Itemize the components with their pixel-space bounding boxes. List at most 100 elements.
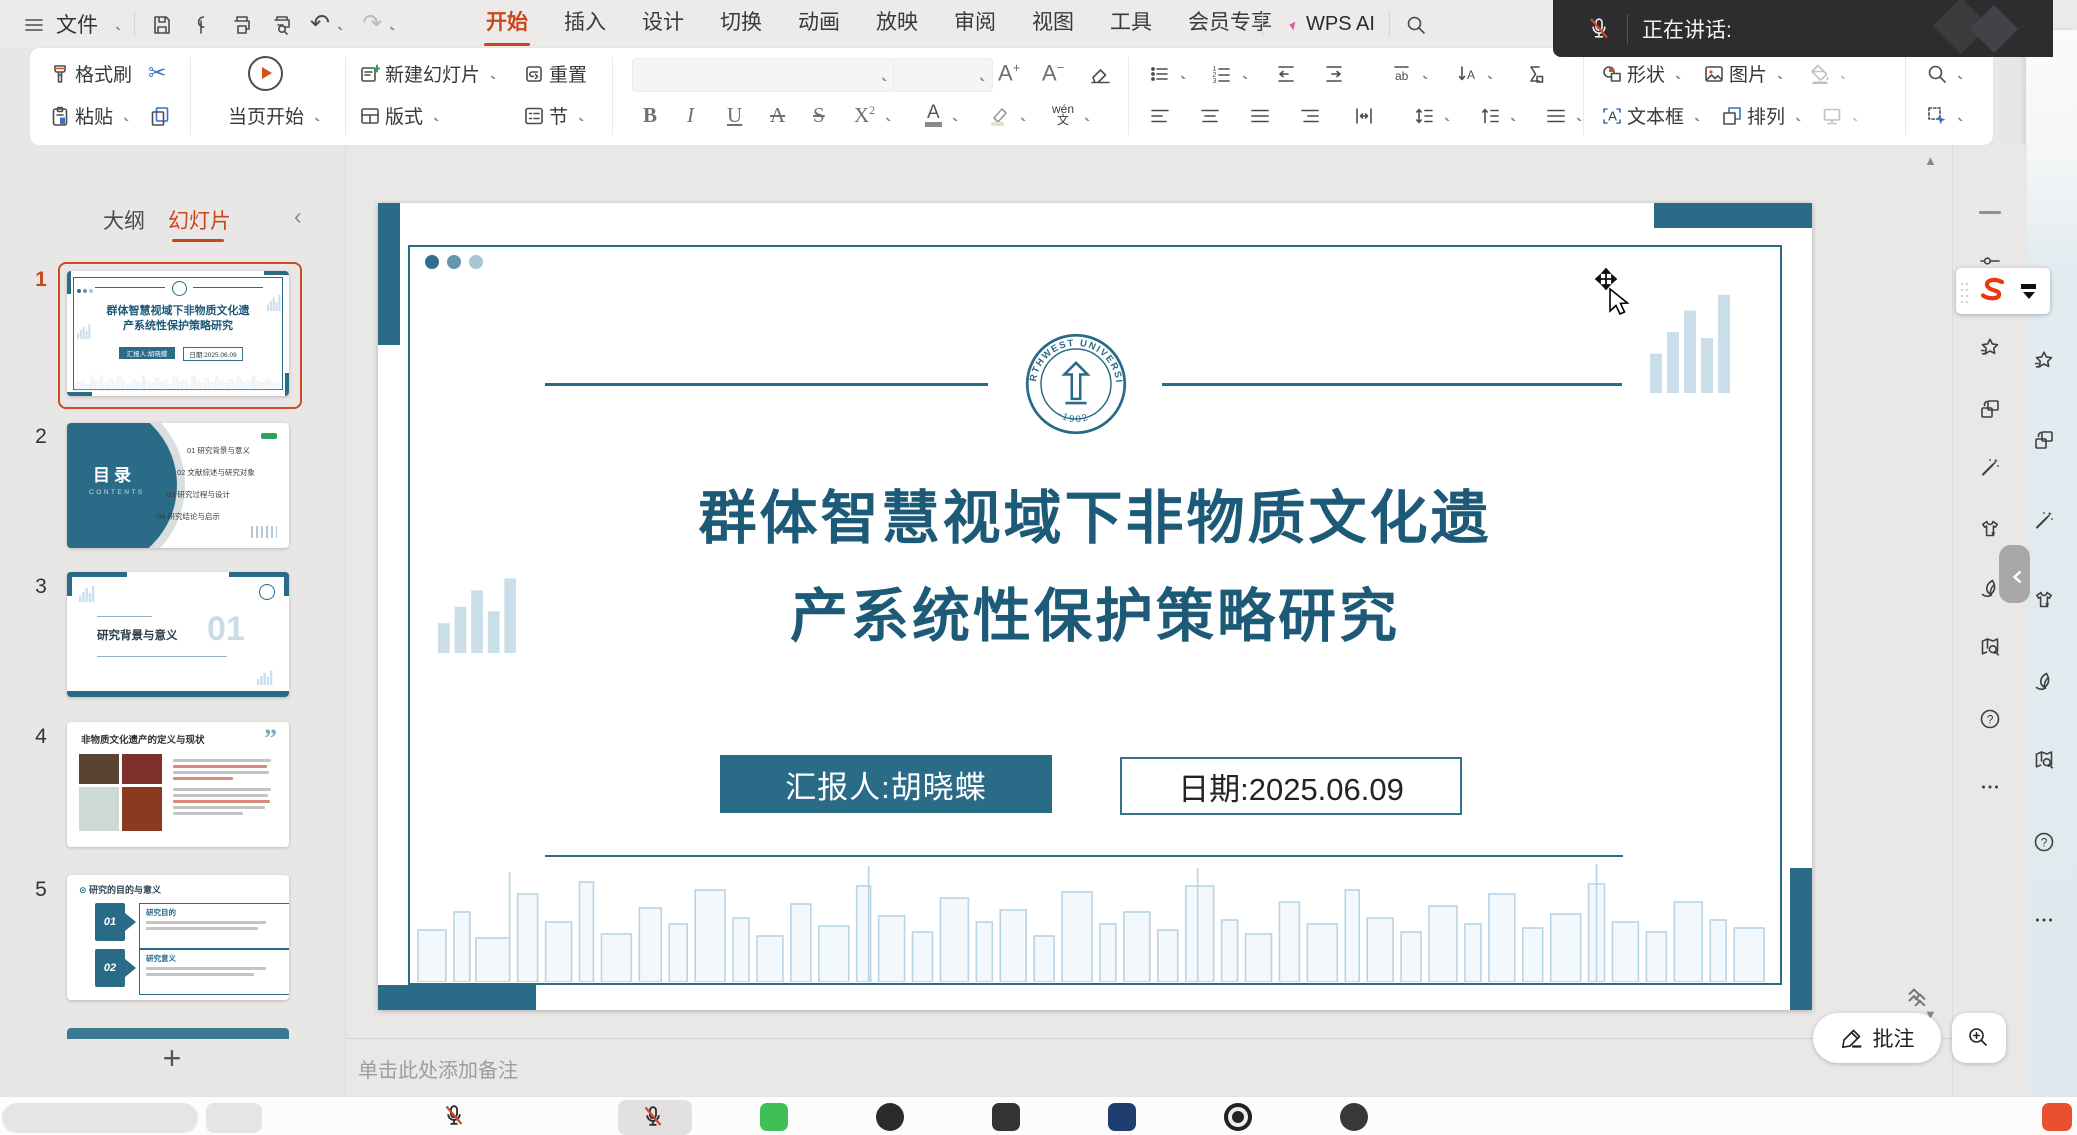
- tab-view[interactable]: 视图: [1014, 0, 1092, 48]
- slide-title-line2[interactable]: 产系统性保护策略研究: [378, 569, 1812, 653]
- wps-ai-button[interactable]: WPS AI: [1277, 13, 1375, 36]
- presenter-box[interactable]: 汇报人:胡晓蝶: [720, 755, 1052, 813]
- strikethrough-button[interactable]: S: [813, 98, 825, 132]
- tab-slideshow[interactable]: 放映: [858, 0, 936, 48]
- taskbar-app[interactable]: [1340, 1103, 1368, 1131]
- microphone-muted-icon[interactable]: [1587, 16, 1613, 42]
- tab-animation[interactable]: 动画: [780, 0, 858, 48]
- design-shirt-icon[interactable]: [2032, 588, 2058, 614]
- shrink-font-button[interactable]: A−: [1042, 56, 1064, 90]
- more-options-icon[interactable]: [1978, 775, 2004, 801]
- character-spacing-button[interactable]: [1390, 56, 1429, 90]
- section-button[interactable]: 节: [522, 98, 585, 132]
- file-menu-caret-icon[interactable]: [110, 18, 122, 30]
- magic-wand-icon[interactable]: [2032, 508, 2058, 534]
- tab-design[interactable]: 设计: [624, 0, 702, 48]
- fill-color-button[interactable]: [1808, 56, 1847, 90]
- global-search-icon[interactable]: [1404, 13, 1426, 35]
- pinyin-guide-button[interactable]: wén文: [1052, 98, 1091, 132]
- design-shirt-icon[interactable]: [1978, 517, 2004, 543]
- justify-button[interactable]: [1298, 98, 1320, 132]
- tab-home[interactable]: 开始: [468, 0, 546, 48]
- slide-title-line1[interactable]: 群体智慧视域下非物质文化遗: [378, 471, 1812, 555]
- shapes-panel-icon[interactable]: [2032, 428, 2058, 454]
- grow-font-button[interactable]: A+: [998, 56, 1020, 90]
- textbox-button[interactable]: 文本框: [1600, 98, 1701, 132]
- taskbar-search-pill[interactable]: [2, 1103, 198, 1133]
- magic-wand-icon[interactable]: [1978, 455, 2004, 481]
- tab-insert[interactable]: 插入: [546, 0, 624, 48]
- drag-handle[interactable]: [1961, 279, 1969, 303]
- redo-button[interactable]: ↷: [359, 11, 399, 37]
- more-options-icon[interactable]: [2032, 908, 2058, 934]
- arrange-button[interactable]: 排列: [1720, 98, 1802, 132]
- new-slide-button[interactable]: 新建幻灯片: [358, 56, 497, 90]
- wps-s-floating-tool[interactable]: [1956, 268, 2050, 314]
- back-to-top-button[interactable]: [1908, 986, 1928, 1006]
- slide-master-button[interactable]: [1820, 98, 1859, 132]
- reset-button[interactable]: 重置: [522, 56, 587, 90]
- eco-leaf-icon[interactable]: [2032, 668, 2058, 694]
- effects-star-icon[interactable]: [1978, 335, 2004, 361]
- thumbnail-slide-4[interactable]: 非物质文化遗产的定义与现状 ”: [67, 722, 289, 847]
- slide-editor[interactable]: NORTHWEST UNIVERSITY ·1902· 群体智慧视域下非物质文化…: [378, 203, 1812, 1010]
- text-direction-button[interactable]: [1455, 56, 1494, 90]
- taskbar-app[interactable]: [992, 1103, 1020, 1131]
- panel-collapse-button[interactable]: ‹: [294, 203, 302, 230]
- bold-button[interactable]: B: [643, 98, 657, 132]
- highlight-button[interactable]: [988, 98, 1027, 132]
- picture-button[interactable]: 图片: [1702, 56, 1784, 90]
- undo-button[interactable]: ↶: [307, 11, 347, 37]
- line-spacing-button[interactable]: [1412, 98, 1451, 132]
- play-slideshow-button[interactable]: [248, 56, 283, 90]
- distribute-button[interactable]: [1352, 98, 1374, 132]
- tab-tools[interactable]: 工具: [1092, 0, 1170, 48]
- thumbnail-slide-1-selected[interactable]: 群体智慧视域下非物质文化遗 产系统性保护策略研究 汇报人:胡晓蝶 日期:2025…: [58, 262, 302, 409]
- align-center-button[interactable]: [1198, 98, 1220, 132]
- bullet-list-button[interactable]: [1148, 56, 1187, 90]
- annotate-button[interactable]: 批注: [1813, 1013, 1941, 1063]
- align-left-button[interactable]: [1148, 98, 1170, 132]
- hamburger-menu-icon[interactable]: [22, 13, 44, 35]
- map-search-icon[interactable]: [1978, 635, 2004, 661]
- shapes-button[interactable]: 形状: [1600, 56, 1682, 90]
- paragraph-spacing-button[interactable]: [1478, 98, 1517, 132]
- export-button[interactable]: [187, 10, 215, 38]
- s-tool-menu[interactable]: [2021, 284, 2036, 299]
- taskbar-widget[interactable]: [206, 1103, 262, 1133]
- increase-indent-button[interactable]: [1322, 56, 1344, 90]
- layout-button[interactable]: 版式: [358, 98, 440, 132]
- clear-format-button[interactable]: [1088, 56, 1110, 90]
- add-slide-button[interactable]: +: [148, 1038, 196, 1078]
- paste-button[interactable]: 粘贴: [48, 98, 130, 132]
- font-color-button[interactable]: A: [925, 98, 959, 132]
- taskbar-app-partial[interactable]: [2042, 1103, 2072, 1131]
- date-box[interactable]: 日期:2025.06.09: [1120, 757, 1462, 815]
- zoom-in-button[interactable]: [1952, 1013, 2006, 1063]
- help-icon[interactable]: [1978, 707, 2004, 733]
- select-button[interactable]: [1925, 98, 1964, 132]
- taskbar-app-green[interactable]: [760, 1103, 788, 1131]
- thumbnail-slide-3[interactable]: 研究背景与意义 01: [67, 572, 289, 697]
- start-from-current-button[interactable]: 当页开始: [228, 98, 321, 132]
- char-border-button[interactable]: A: [770, 98, 785, 132]
- tab-review[interactable]: 审阅: [936, 0, 1014, 48]
- tab-outline[interactable]: 大纲: [103, 205, 145, 235]
- notes-area[interactable]: 单击此处添加备注: [346, 1038, 1964, 1097]
- font-name-select[interactable]: [632, 58, 895, 92]
- cut-button[interactable]: ✂: [148, 56, 166, 90]
- tab-transition[interactable]: 切换: [702, 0, 780, 48]
- print-preview-button[interactable]: [267, 10, 295, 38]
- text-autofit-button[interactable]: [1544, 98, 1583, 132]
- align-right-button[interactable]: [1248, 98, 1270, 132]
- sidebar-collapse-handle[interactable]: [1999, 545, 2030, 603]
- underline-button[interactable]: U: [727, 98, 742, 132]
- taskbar-app[interactable]: [876, 1103, 904, 1131]
- scroll-up-arrow[interactable]: ▲: [1924, 153, 1937, 168]
- taskbar-mic-muted-icon[interactable]: [442, 1103, 472, 1133]
- taskbar-app[interactable]: [1108, 1103, 1136, 1131]
- taskbar-active-app[interactable]: [618, 1100, 692, 1135]
- tab-slides[interactable]: 幻灯片: [168, 205, 231, 235]
- format-painter-button[interactable]: 格式刷: [48, 56, 132, 90]
- save-button[interactable]: [147, 10, 175, 38]
